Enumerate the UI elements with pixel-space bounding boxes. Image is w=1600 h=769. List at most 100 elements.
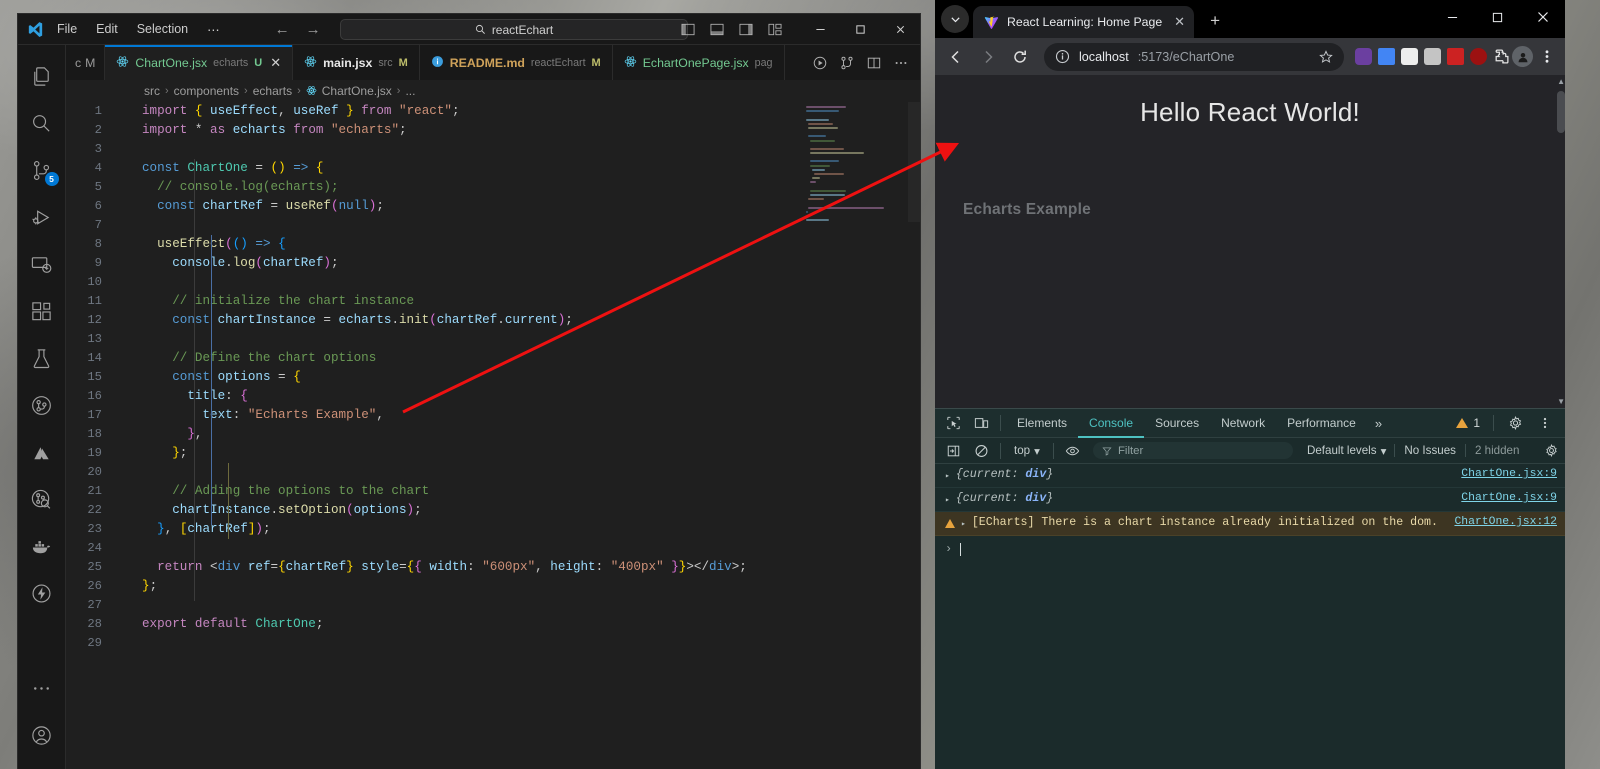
breadcrumb-src[interactable]: src <box>144 84 160 98</box>
split-terminal-icon[interactable] <box>840 56 854 70</box>
web-page-viewport[interactable]: Hello React World! Echarts Example ▲ ▼ <box>935 75 1565 408</box>
devtools-more-tabs-button[interactable]: » <box>1367 416 1390 431</box>
console-prompt[interactable]: › <box>935 536 1565 562</box>
editor-scrollbar[interactable] <box>908 102 920 222</box>
activity-search[interactable] <box>18 100 66 147</box>
more-actions-icon[interactable] <box>894 56 908 70</box>
code-line[interactable]: 2 import * as echarts from "echarts"; <box>66 121 920 140</box>
console-message-list[interactable]: ▸ {current: div} ChartOne.jsx:9 ▸ {curre… <box>935 464 1565 769</box>
chrome-menu-button[interactable] <box>1535 49 1559 64</box>
editor-tab-echartonepage[interactable]: EchartOnePage.jsx pag <box>612 45 785 80</box>
console-source-link[interactable]: ChartOne.jsx:12 <box>1454 516 1557 528</box>
expand-triangle-icon[interactable]: ▸ <box>945 471 950 481</box>
menu-selection[interactable]: Selection <box>134 20 191 38</box>
code-line[interactable]: 28 export default ChartOne; <box>66 615 920 634</box>
console-filter-input[interactable]: Filter <box>1092 442 1293 459</box>
menu-file[interactable]: File <box>54 20 80 38</box>
breadcrumb[interactable]: src › components › echarts › ChartOne.js… <box>66 80 920 102</box>
google-translate-extension-icon[interactable] <box>1378 48 1395 65</box>
breadcrumb-components[interactable]: components <box>174 84 239 98</box>
code-line[interactable]: 3 <box>66 140 920 159</box>
vscode-minimize-button[interactable] <box>800 14 840 45</box>
tab-close-icon[interactable]: ✕ <box>1174 14 1185 30</box>
info-circle-icon[interactable] <box>1055 49 1070 64</box>
reload-button[interactable] <box>1005 42 1035 72</box>
console-log-message[interactable]: ▸ {current: div} ChartOne.jsx:9 <box>935 488 1565 512</box>
editor-tab-readme[interactable]: README.md reactEchart M <box>419 45 613 80</box>
chrome-minimize-button[interactable] <box>1430 0 1475 34</box>
devtools-tab-console[interactable]: Console <box>1078 409 1144 438</box>
vscode-menubar[interactable]: File Edit Selection ⋯ <box>52 20 223 39</box>
activity-docker[interactable] <box>18 523 66 570</box>
activity-accounts[interactable] <box>18 712 66 759</box>
devtools-tab-sources[interactable]: Sources <box>1144 409 1210 438</box>
devtools-tab-network[interactable]: Network <box>1210 409 1276 438</box>
vscode-close-button[interactable] <box>880 14 920 45</box>
activity-extensions[interactable] <box>18 288 66 335</box>
activity-gitlens-inspect[interactable] <box>18 476 66 523</box>
devtools-menu-button[interactable] <box>1531 410 1559 436</box>
expand-triangle-icon[interactable]: ▸ <box>945 495 950 505</box>
tab-search-button[interactable] <box>941 5 969 33</box>
devtools-warning-count[interactable]: 1 <box>1456 416 1486 430</box>
console-log-message[interactable]: ▸ {current: div} ChartOne.jsx:9 <box>935 464 1565 488</box>
console-sidebar-toggle[interactable] <box>939 438 967 464</box>
bookmark-star-icon[interactable] <box>1319 49 1333 64</box>
chrome-close-button[interactable] <box>1520 0 1565 34</box>
activity-explorer[interactable] <box>18 53 66 100</box>
devtools-tab-elements[interactable]: Elements <box>1006 409 1078 438</box>
activity-gitlens[interactable] <box>18 382 66 429</box>
vscode-maximize-button[interactable] <box>840 14 880 45</box>
code-line[interactable]: 29 <box>66 634 920 653</box>
grammarly-extension-icon[interactable] <box>1424 48 1441 65</box>
new-tab-button[interactable]: + <box>1201 7 1229 35</box>
address-bar[interactable]: localhost:5173/eChartOne <box>1044 42 1344 71</box>
extensions-puzzle-icon[interactable] <box>1493 48 1510 65</box>
go-back-icon[interactable]: ← <box>275 21 290 38</box>
analytics-extension-icon[interactable] <box>1447 48 1464 65</box>
console-issues-label[interactable]: No Issues <box>1394 444 1465 457</box>
scroll-down-arrow-icon[interactable]: ▼ <box>1557 397 1565 406</box>
toggle-primary-sidebar-icon[interactable] <box>681 23 695 36</box>
activity-more-views[interactable] <box>18 665 66 712</box>
devtools-tab-performance[interactable]: Performance <box>1276 409 1367 438</box>
toggle-secondary-sidebar-icon[interactable] <box>739 23 753 36</box>
activity-source-control[interactable]: 5 <box>18 147 66 194</box>
go-forward-icon[interactable]: → <box>306 21 321 38</box>
device-toolbar-button[interactable] <box>967 410 995 436</box>
tab-close-icon[interactable]: ✕ <box>270 55 281 71</box>
activity-thunder-client[interactable] <box>18 570 66 617</box>
breadcrumb-symbol[interactable]: ... <box>405 84 415 98</box>
vscode-layout-toggles[interactable] <box>681 23 782 36</box>
devtools-settings-button[interactable] <box>1501 410 1529 436</box>
activity-testing[interactable] <box>18 335 66 382</box>
code-line[interactable]: 1 import { useEffect, useRef } from "reac… <box>66 102 920 121</box>
chrome-maximize-button[interactable] <box>1475 0 1520 34</box>
console-levels-selector[interactable]: Default levels ▾ <box>1299 444 1394 458</box>
breadcrumb-file[interactable]: ChartOne.jsx <box>322 84 392 98</box>
expand-triangle-icon[interactable]: ▸ <box>961 519 966 529</box>
console-context-selector[interactable]: top ▾ <box>1006 444 1048 458</box>
console-source-link[interactable]: ChartOne.jsx:9 <box>1461 492 1557 504</box>
ublock-origin-extension-icon[interactable] <box>1470 48 1487 65</box>
inspect-element-button[interactable] <box>939 410 967 436</box>
live-expression-button[interactable] <box>1059 438 1087 464</box>
customize-layout-icon[interactable] <box>768 23 782 36</box>
console-source-link[interactable]: ChartOne.jsx:9 <box>1461 468 1557 480</box>
breadcrumb-echarts[interactable]: echarts <box>253 84 292 98</box>
editor-tab-partial[interactable]: c M <box>66 45 106 80</box>
command-center-search[interactable]: reactEchart <box>340 19 688 40</box>
activity-remote-explorer[interactable] <box>18 241 66 288</box>
menu-edit[interactable]: Edit <box>93 20 121 38</box>
activity-run-and-debug[interactable] <box>18 194 66 241</box>
bitwarden-extension-icon[interactable] <box>1355 48 1372 65</box>
browser-tab[interactable]: React Learning: Home Page ✕ <box>973 6 1195 38</box>
menu-more[interactable]: ⋯ <box>204 20 223 39</box>
forward-button[interactable] <box>973 42 1003 72</box>
editor-tab-main[interactable]: main.jsx src M <box>293 45 420 80</box>
run-icon[interactable] <box>813 56 827 70</box>
clear-console-button[interactable] <box>967 438 995 464</box>
editor-tab-chartone[interactable]: ChartOne.jsx echarts U ✕ <box>105 45 294 80</box>
toggle-panel-icon[interactable] <box>710 23 724 36</box>
code-editor[interactable]: 1 import { useEffect, useRef } from "reac… <box>66 102 920 769</box>
